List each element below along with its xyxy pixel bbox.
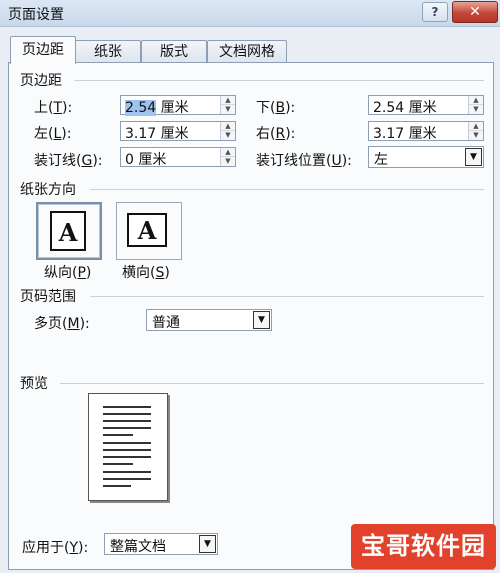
spin-up-icon[interactable]: ▲ xyxy=(221,122,235,131)
left-margin-stepper[interactable]: ▲ ▼ xyxy=(220,122,235,140)
spin-down-icon[interactable]: ▼ xyxy=(469,105,483,114)
spin-up-icon[interactable]: ▲ xyxy=(221,148,235,157)
landscape-option[interactable]: A xyxy=(116,202,182,260)
spin-up-icon[interactable]: ▲ xyxy=(469,96,483,105)
margins-group-label: 页边距 xyxy=(20,73,62,89)
gutter-label: 装订线(G): xyxy=(34,153,103,169)
portrait-page-icon: A xyxy=(50,211,86,251)
preview-group-label: 预览 xyxy=(20,376,48,392)
preview-page xyxy=(88,393,168,501)
preview-text-line xyxy=(103,463,133,465)
chevron-down-icon[interactable]: ▼ xyxy=(465,148,482,166)
top-margin-label: 上(T): xyxy=(34,100,73,116)
bottom-margin-value[interactable]: 2.54 厘米 xyxy=(373,97,437,117)
apply-to-value[interactable]: 整篇文档 xyxy=(110,536,166,556)
gutter-position-label: 装订线位置(U): xyxy=(256,153,352,169)
gutter-position-select[interactable]: 左 ▼ xyxy=(368,146,484,168)
multiple-pages-value[interactable]: 普通 xyxy=(152,312,180,332)
portrait-option[interactable]: A xyxy=(36,202,102,260)
left-margin-spinbox[interactable]: 3.17 厘米 ▲ ▼ xyxy=(120,121,236,143)
multiple-pages-label: 多页(M): xyxy=(34,316,90,332)
margins-divider xyxy=(74,80,484,81)
preview-text-line xyxy=(103,420,151,422)
pages-group-label: 页码范围 xyxy=(20,289,76,305)
right-margin-label: 右(R): xyxy=(256,126,296,142)
top-margin-value[interactable]: 2.54 厘米 xyxy=(125,97,189,117)
left-margin-value[interactable]: 3.17 厘米 xyxy=(125,123,189,143)
portrait-label[interactable]: 纵向(P) xyxy=(44,262,91,282)
top-margin-stepper[interactable]: ▲ ▼ xyxy=(220,96,235,114)
bottom-margin-stepper[interactable]: ▲ ▼ xyxy=(468,96,483,114)
right-margin-spinbox[interactable]: 3.17 厘米 ▲ ▼ xyxy=(368,121,484,143)
left-margin-label: 左(L): xyxy=(34,126,72,142)
preview-text-line xyxy=(103,478,151,480)
spin-down-icon[interactable]: ▼ xyxy=(469,131,483,140)
apply-to-label: 应用于(Y): xyxy=(22,540,89,556)
watermark-logo: 宝哥软件园 xyxy=(351,524,496,569)
right-margin-stepper[interactable]: ▲ ▼ xyxy=(468,122,483,140)
landscape-label[interactable]: 横向(S) xyxy=(122,262,170,282)
bottom-margin-spinbox[interactable]: 2.54 厘米 ▲ ▼ xyxy=(368,95,484,117)
preview-text-line xyxy=(103,406,151,408)
preview-text-line xyxy=(103,427,151,429)
multiple-pages-select[interactable]: 普通 ▼ xyxy=(146,309,272,331)
right-margin-value[interactable]: 3.17 厘米 xyxy=(373,123,437,143)
preview-text-line xyxy=(103,413,151,415)
preview-text-line xyxy=(103,456,151,458)
chevron-down-icon[interactable]: ▼ xyxy=(199,535,216,553)
pages-divider xyxy=(90,296,484,297)
preview-text-line xyxy=(103,485,131,487)
orientation-group-label: 纸张方向 xyxy=(20,182,76,198)
svg-text:A: A xyxy=(137,216,157,245)
preview-divider xyxy=(60,383,484,384)
chevron-down-icon[interactable]: ▼ xyxy=(253,311,270,329)
spin-up-icon[interactable]: ▲ xyxy=(469,122,483,131)
apply-to-select[interactable]: 整篇文档 ▼ xyxy=(104,533,218,555)
spin-down-icon[interactable]: ▼ xyxy=(221,105,235,114)
orientation-divider xyxy=(90,189,484,190)
spin-down-icon[interactable]: ▼ xyxy=(221,157,235,166)
preview-text-line xyxy=(103,449,151,451)
top-margin-spinbox[interactable]: 2.54 厘米 ▲ ▼ xyxy=(120,95,236,117)
gutter-spinbox[interactable]: 0 厘米 ▲ ▼ xyxy=(120,147,236,169)
svg-text:A: A xyxy=(58,218,78,247)
preview-text-line xyxy=(103,434,133,436)
bottom-margin-label: 下(B): xyxy=(256,100,296,116)
landscape-page-icon: A xyxy=(127,213,167,247)
gutter-value[interactable]: 0 厘米 xyxy=(125,149,166,169)
spin-up-icon[interactable]: ▲ xyxy=(221,96,235,105)
gutter-position-value[interactable]: 左 xyxy=(374,149,388,169)
gutter-stepper[interactable]: ▲ ▼ xyxy=(220,148,235,166)
preview-text-line xyxy=(103,471,151,473)
spin-down-icon[interactable]: ▼ xyxy=(221,131,235,140)
preview-text-line xyxy=(103,442,151,444)
